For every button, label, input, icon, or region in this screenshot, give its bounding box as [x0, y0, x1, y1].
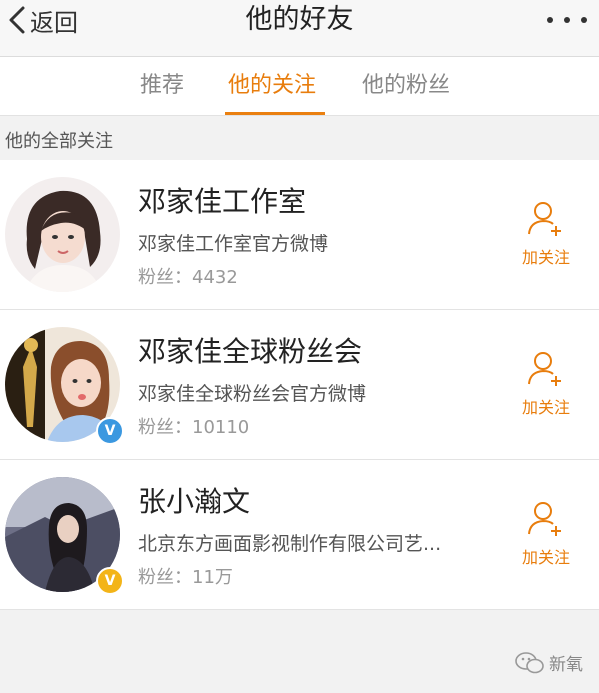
follow-label: 加关注 [521, 248, 570, 267]
wechat-icon [515, 651, 544, 673]
verified-badge: V [96, 567, 124, 595]
user-name[interactable]: 邓家佳工作室 [138, 182, 306, 222]
add-user-icon [528, 352, 561, 386]
tab-recommend[interactable]: 推荐 [140, 71, 184, 101]
follow-button[interactable]: 加关注 [515, 500, 577, 570]
tab-following[interactable]: 他的关注 [228, 71, 316, 101]
section-header-label: 他的全部关注 [5, 131, 113, 152]
more-options-icon[interactable] [547, 12, 587, 28]
add-user-icon [528, 202, 561, 236]
list-item[interactable]: V 邓家佳全球粉丝会 邓家佳全球粉丝会官方微博 粉丝：10110 加关注 [0, 310, 599, 460]
user-name[interactable]: 邓家佳全球粉丝会 [138, 332, 362, 372]
list-item[interactable]: V 张小瀚文 北京东方画面影视制作有限公司艺... 粉丝：11万 加关注 [0, 460, 599, 610]
active-tab-indicator [225, 112, 325, 115]
user-description: 邓家佳全球粉丝会官方微博 [138, 383, 367, 405]
add-user-icon [528, 502, 561, 536]
follow-button[interactable]: 加关注 [515, 350, 577, 420]
follow-label: 加关注 [521, 398, 570, 417]
watermark: 新氧 [515, 650, 583, 675]
watermark-text: 新氧 [549, 655, 583, 675]
nav-bar: 返回 他的好友 [0, 0, 599, 57]
follow-button[interactable]: 加关注 [515, 200, 577, 270]
following-list: 邓家佳工作室 邓家佳工作室官方微博 粉丝：4432 加关注 V 邓家佳全球粉丝会… [0, 160, 599, 610]
user-description: 邓家佳工作室官方微博 [138, 233, 329, 255]
fans-count: 粉丝：4432 [138, 267, 238, 288]
avatar[interactable] [5, 177, 120, 292]
section-header: 他的全部关注 [0, 116, 599, 161]
tab-bar: 推荐 他的关注 他的粉丝 [0, 57, 599, 116]
tab-followers[interactable]: 他的粉丝 [362, 71, 450, 101]
follow-label: 加关注 [521, 548, 570, 567]
user-name[interactable]: 张小瀚文 [138, 482, 250, 522]
list-item[interactable]: 邓家佳工作室 邓家佳工作室官方微博 粉丝：4432 加关注 [0, 160, 599, 310]
page-title: 他的好友 [245, 4, 354, 35]
user-description: 北京东方画面影视制作有限公司艺... [138, 533, 442, 555]
verified-badge: V [96, 417, 124, 445]
fans-count: 粉丝：11万 [138, 567, 233, 588]
fans-count: 粉丝：10110 [138, 417, 250, 438]
